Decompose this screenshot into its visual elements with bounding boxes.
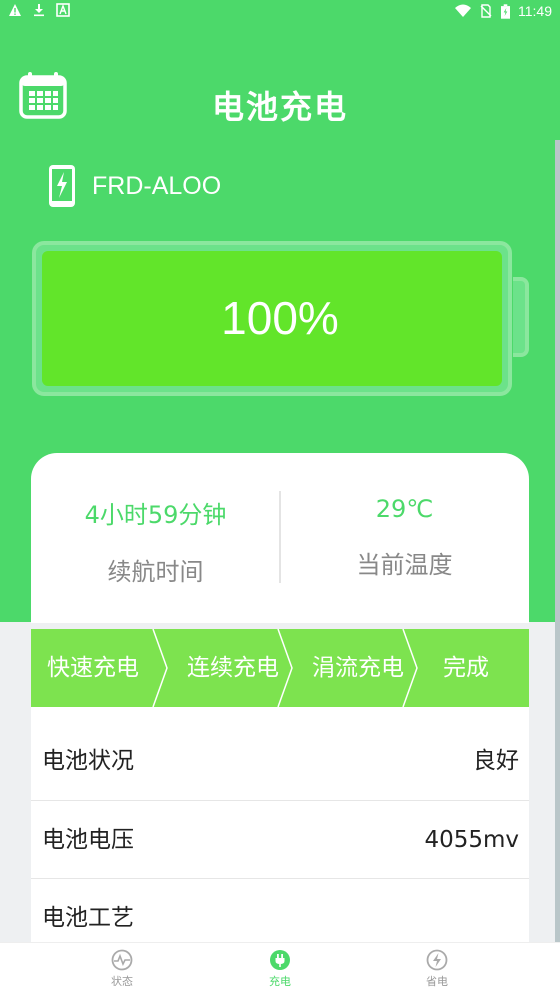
bolt-icon bbox=[426, 949, 448, 971]
warning-icon bbox=[9, 4, 21, 16]
battery-details-list: 电池状况 良好 电池电压 4055mv 电池工艺 bbox=[31, 707, 529, 957]
temperature-label: 当前温度 bbox=[356, 551, 453, 579]
step-complete: 完成 bbox=[443, 655, 489, 681]
step-separator-icon bbox=[402, 629, 418, 707]
status-time: 11:49 bbox=[518, 3, 552, 19]
list-item: 电池电压 4055mv bbox=[31, 801, 529, 879]
tab-status-label: 状态 bbox=[111, 975, 133, 988]
temperature-stat: 29℃ 当前温度 bbox=[280, 453, 529, 580]
step-separator-icon bbox=[277, 629, 293, 707]
tab-charging[interactable]: 充电 bbox=[240, 949, 320, 989]
battery-charging-icon bbox=[501, 3, 510, 19]
device-name: FRD-ALOO bbox=[92, 171, 222, 200]
scrollbar[interactable] bbox=[555, 140, 560, 943]
endurance-stat: 4小时59分钟 续航时间 bbox=[31, 453, 280, 587]
plug-icon bbox=[270, 950, 290, 970]
tab-charging-label: 充电 bbox=[269, 975, 291, 988]
step-fast-charge: 快速充电 bbox=[47, 655, 139, 681]
no-sim-icon bbox=[480, 4, 492, 18]
list-item: 电池状况 良好 bbox=[31, 707, 529, 801]
bottom-tab-bar: 状态 充电 省电 bbox=[0, 942, 560, 995]
page-title: 电池充电 bbox=[211, 88, 348, 126]
device-info: FRD-ALOO bbox=[48, 164, 221, 208]
temperature-value: 29℃ bbox=[375, 495, 434, 523]
tab-power-saving[interactable]: 省电 bbox=[397, 949, 477, 989]
battery-info-card: 4小时59分钟 续航时间 29℃ 当前温度 bbox=[31, 453, 529, 623]
status-bar: 11:49 bbox=[0, 0, 560, 24]
battery-percent: 100% bbox=[221, 292, 339, 344]
text-icon bbox=[56, 3, 70, 17]
wifi-icon bbox=[455, 4, 471, 17]
download-icon bbox=[34, 4, 44, 17]
pulse-icon bbox=[111, 949, 133, 971]
step-separator-icon bbox=[152, 629, 168, 707]
endurance-label: 续航时间 bbox=[107, 558, 204, 586]
tab-power-saving-label: 省电 bbox=[426, 975, 448, 988]
detail-value: 良好 bbox=[473, 748, 519, 774]
charging-steps: 快速充电 连续充电 涓流充电 完成 bbox=[31, 629, 529, 707]
tab-status[interactable]: 状态 bbox=[82, 949, 162, 989]
detail-label: 电池电压 bbox=[42, 827, 134, 853]
detail-value: 4055mv bbox=[424, 827, 519, 853]
endurance-value: 4小时59分钟 bbox=[84, 501, 227, 529]
detail-label: 电池状况 bbox=[42, 748, 134, 774]
phone-charging-icon bbox=[49, 165, 75, 207]
